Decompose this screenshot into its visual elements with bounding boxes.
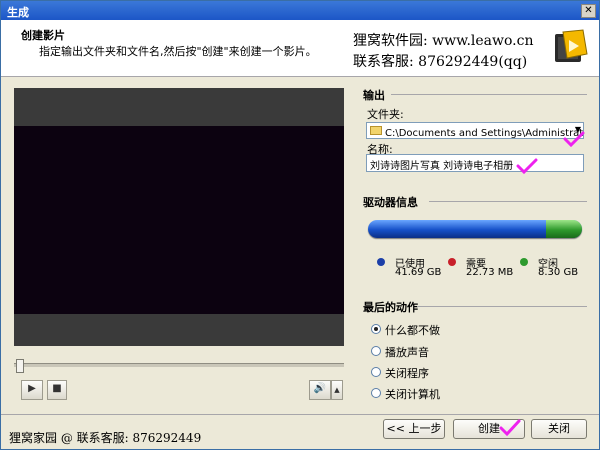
folder-value: C:\Documents and Settings\Administrator\… xyxy=(385,128,584,139)
folder-icon xyxy=(370,126,382,135)
folder-label: 文件夹: xyxy=(367,108,404,121)
slider-track xyxy=(14,363,344,367)
section-divider xyxy=(391,94,587,95)
radio-play-sound[interactable] xyxy=(371,346,381,356)
volume-button[interactable]: 🔊 xyxy=(309,380,331,400)
used-legend-dot xyxy=(377,258,385,266)
page-subtitle: 指定输出文件夹和文件名,然后按"创建"来创建一个影片。 xyxy=(39,45,317,58)
radio-label: 播放声音 xyxy=(385,346,429,359)
filename-value: 刘诗诗图片写真 刘诗诗电子相册 xyxy=(370,161,514,172)
radio-shutdown-computer[interactable] xyxy=(371,388,381,398)
drive-section-title: 驱动器信息 xyxy=(363,196,418,209)
app-logo-icon xyxy=(555,29,588,62)
output-section-title: 输出 xyxy=(363,89,385,102)
window-title: 生成 xyxy=(7,6,29,19)
create-button-label: 创建 xyxy=(478,422,500,435)
volume-dropdown-button[interactable]: ▲ xyxy=(331,380,343,400)
radio-label: 关闭程序 xyxy=(385,367,429,380)
speaker-icon: 🔊 xyxy=(313,383,327,394)
radio-label: 关闭计算机 xyxy=(385,388,440,401)
used-value: 41.69 GB xyxy=(395,267,442,278)
video-frame xyxy=(14,126,344,314)
playback-slider[interactable] xyxy=(14,359,344,373)
radio-label: 什么都不做 xyxy=(385,324,440,337)
create-movie-dialog: 生成 ✕ 创建影片 指定输出文件夹和文件名,然后按"创建"来创建一个影片。 狸窝… xyxy=(0,0,600,450)
back-button[interactable]: << 上一步 xyxy=(383,419,445,439)
close-window-button[interactable]: ✕ xyxy=(581,4,596,18)
dialog-header: 创建影片 指定输出文件夹和文件名,然后按"创建"来创建一个影片。 狸窝软件园: … xyxy=(1,20,599,77)
section-divider xyxy=(429,201,587,202)
folder-combobox[interactable]: C:\Documents and Settings\Administrator\… xyxy=(366,122,584,139)
play-button[interactable]: ▶ xyxy=(21,380,43,400)
arrow-up-icon: ▲ xyxy=(334,386,340,394)
page-title: 创建影片 xyxy=(21,29,65,42)
close-button[interactable]: 关闭 xyxy=(531,419,587,439)
needed-value: 22.73 MB xyxy=(466,267,514,278)
radio-do-nothing[interactable] xyxy=(371,324,381,334)
free-value: 8.30 GB xyxy=(538,267,579,278)
final-action-section-title: 最后的动作 xyxy=(363,301,418,314)
needed-legend-dot xyxy=(448,258,456,266)
stop-icon: ■ xyxy=(52,383,62,394)
video-preview xyxy=(14,88,344,346)
disk-usage-bar xyxy=(368,220,582,238)
checkmark-annotation-icon xyxy=(563,131,585,147)
footer-divider xyxy=(1,414,599,415)
stop-button[interactable]: ■ xyxy=(47,380,67,400)
free-legend-dot xyxy=(520,258,528,266)
slider-thumb[interactable] xyxy=(16,359,24,373)
checkmark-annotation-icon xyxy=(516,158,538,174)
checkmark-annotation-icon xyxy=(499,419,521,437)
section-divider xyxy=(417,306,587,307)
brand-contact: 联系客服: 876292449(qq) xyxy=(353,54,528,70)
disk-free-segment xyxy=(546,220,582,238)
play-icon: ▶ xyxy=(28,383,36,394)
brand-website: 狸窝软件园: www.leawo.cn xyxy=(353,33,534,49)
filename-input[interactable]: 刘诗诗图片写真 刘诗诗电子相册 xyxy=(366,154,584,172)
title-bar: 生成 ✕ xyxy=(1,1,599,20)
radio-close-program[interactable] xyxy=(371,367,381,377)
footer-contact-text: 狸窝家园 @ 联系客服: 876292449 xyxy=(9,431,202,445)
